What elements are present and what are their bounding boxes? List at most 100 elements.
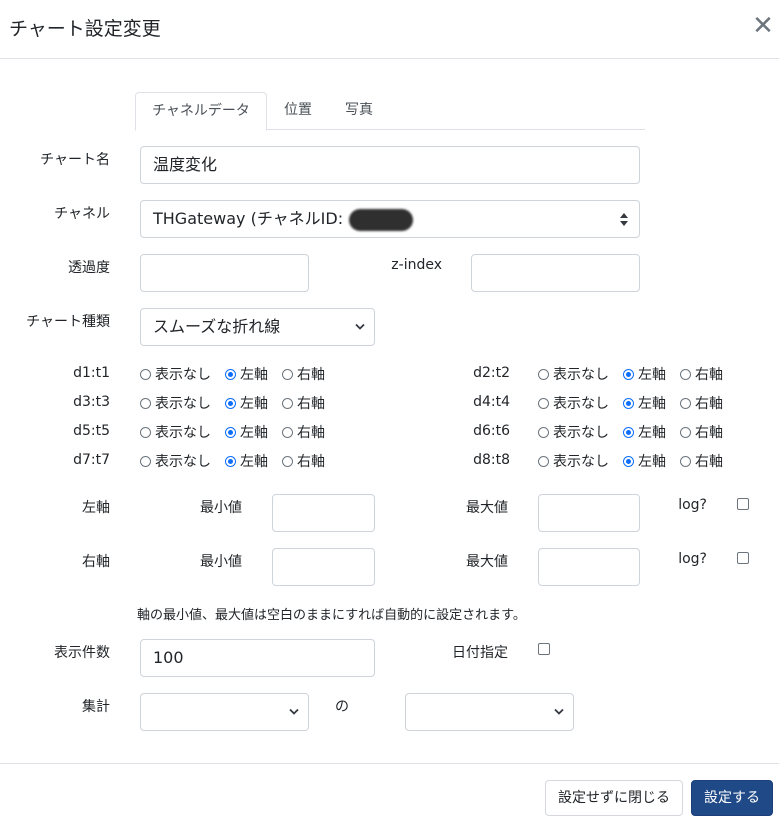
radio-dot <box>225 368 236 380</box>
radio-label: 左軸 <box>638 454 666 470</box>
radio-label: 右軸 <box>695 396 723 412</box>
right-axis-min-input[interactable] <box>272 548 375 586</box>
chart-name-label: チャート名 <box>40 152 110 168</box>
left-axis-min-input[interactable] <box>272 494 375 532</box>
radio-dot <box>538 426 549 438</box>
channel-1-radio-none[interactable]: 表示なし <box>140 364 211 384</box>
channel-radio-group-3: 表示なし 左軸 右軸 <box>140 393 339 413</box>
count-input[interactable]: 100 <box>140 639 375 677</box>
radio-label: 右軸 <box>695 367 723 383</box>
radio-label: 右軸 <box>297 425 325 441</box>
channel-5-radio-left[interactable]: 左軸 <box>225 422 268 442</box>
channel-radio-group-4: 表示なし 左軸 右軸 <box>538 393 737 413</box>
right-axis-max-input[interactable] <box>538 548 640 586</box>
radio-label: 表示なし <box>155 454 211 470</box>
channel-radio-group-6: 表示なし 左軸 右軸 <box>538 422 737 442</box>
channel-label-6: d6:t6 <box>473 423 510 439</box>
channel-radio-group-5: 表示なし 左軸 右軸 <box>140 422 339 442</box>
sort-arrows-icon <box>620 213 628 226</box>
radio-dot <box>225 397 236 409</box>
channel-7-radio-right[interactable]: 右軸 <box>282 451 325 471</box>
modal-title: チャート設定変更 <box>9 18 161 40</box>
radio-label: 右軸 <box>695 454 723 470</box>
radio-label: 左軸 <box>240 396 268 412</box>
channel-4-radio-none[interactable]: 表示なし <box>538 393 609 413</box>
chart-type-label: チャート種類 <box>26 314 110 330</box>
channel-7-radio-left[interactable]: 左軸 <box>225 451 268 471</box>
channel-2-radio-right[interactable]: 右軸 <box>680 364 723 384</box>
aggregate-select-2[interactable] <box>405 693 574 731</box>
channel-select[interactable]: THGateway (チャネルID: <box>140 200 640 238</box>
zindex-input[interactable] <box>471 254 640 292</box>
channel-1-radio-left[interactable]: 左軸 <box>225 364 268 384</box>
chart-type-select[interactable]: スムーズな折れ線 <box>140 308 375 346</box>
count-label: 表示件数 <box>54 645 110 661</box>
radio-dot <box>680 397 691 409</box>
axis-note: 軸の最小値、最大値は空白のままにすれば自動的に設定されます。 <box>137 608 526 623</box>
channel-2-radio-left[interactable]: 左軸 <box>623 364 666 384</box>
radio-label: 右軸 <box>297 454 325 470</box>
right-axis-min-label: 最小値 <box>200 554 242 570</box>
channel-4-radio-right[interactable]: 右軸 <box>680 393 723 413</box>
apply-settings-button[interactable]: 設定する <box>691 780 773 816</box>
left-axis-min-label: 最小値 <box>200 500 242 516</box>
channel-5-radio-none[interactable]: 表示なし <box>140 422 211 442</box>
radio-label: 表示なし <box>553 425 609 441</box>
channel-3-radio-right[interactable]: 右軸 <box>282 393 325 413</box>
left-axis-max-label: 最大値 <box>466 500 508 516</box>
aggregate-label: 集計 <box>82 699 110 715</box>
radio-label: 左軸 <box>240 367 268 383</box>
aggregate-select-1[interactable] <box>140 693 309 731</box>
footer-divider <box>0 763 779 764</box>
channel-label-4: d4:t4 <box>473 394 510 410</box>
radio-dot <box>623 426 634 438</box>
channel-8-radio-right[interactable]: 右軸 <box>680 451 723 471</box>
tab-photo[interactable]: 写真 <box>336 92 382 129</box>
channel-radio-group-7: 表示なし 左軸 右軸 <box>140 451 339 471</box>
opacity-input[interactable] <box>140 254 309 292</box>
channel-6-radio-none[interactable]: 表示なし <box>538 422 609 442</box>
radio-label: 表示なし <box>155 367 211 383</box>
channel-2-radio-none[interactable]: 表示なし <box>538 364 609 384</box>
radio-label: 左軸 <box>240 425 268 441</box>
channel-3-radio-left[interactable]: 左軸 <box>225 393 268 413</box>
channel-1-radio-right[interactable]: 右軸 <box>282 364 325 384</box>
tab-position[interactable]: 位置 <box>275 92 321 129</box>
right-axis-max-label: 最大値 <box>466 554 508 570</box>
channel-label: チャネル <box>54 206 110 222</box>
channel-3-radio-none[interactable]: 表示なし <box>140 393 211 413</box>
date-spec-checkbox[interactable] <box>538 643 550 655</box>
left-axis-log-checkbox[interactable] <box>737 498 749 510</box>
right-axis-log-checkbox[interactable] <box>737 552 749 564</box>
tab-channel-data[interactable]: チャネルデータ <box>135 92 267 131</box>
radio-dot <box>623 397 634 409</box>
channel-8-radio-none[interactable]: 表示なし <box>538 451 609 471</box>
opacity-label: 透過度 <box>68 260 110 276</box>
channel-7-radio-none[interactable]: 表示なし <box>140 451 211 471</box>
channel-select-value: THGateway (チャネルID: <box>153 209 344 228</box>
channel-6-radio-left[interactable]: 左軸 <box>623 422 666 442</box>
zindex-label: z-index <box>391 257 442 273</box>
radio-label: 左軸 <box>638 425 666 441</box>
channel-8-radio-left[interactable]: 左軸 <box>623 451 666 471</box>
redacted-mask <box>349 208 414 231</box>
close-without-saving-button[interactable]: 設定せずに閉じる <box>545 780 683 816</box>
radio-label: 左軸 <box>638 396 666 412</box>
radio-dot <box>680 368 691 380</box>
right-axis-log-label: log? <box>678 551 707 567</box>
channel-5-radio-right[interactable]: 右軸 <box>282 422 325 442</box>
radio-label: 表示なし <box>553 396 609 412</box>
channel-4-radio-left[interactable]: 左軸 <box>623 393 666 413</box>
chart-type-value: スムーズな折れ線 <box>153 317 281 336</box>
left-axis-max-input[interactable] <box>538 494 640 532</box>
header-divider <box>0 58 779 59</box>
radio-dot <box>538 397 549 409</box>
channel-6-radio-right[interactable]: 右軸 <box>680 422 723 442</box>
radio-dot <box>282 426 293 438</box>
radio-dot <box>538 368 549 380</box>
close-icon[interactable]: ✕ <box>750 9 776 43</box>
radio-dot <box>680 455 691 467</box>
radio-label: 表示なし <box>155 425 211 441</box>
date-spec-label: 日付指定 <box>452 645 508 661</box>
chart-name-input[interactable]: 温度変化 <box>140 146 640 184</box>
